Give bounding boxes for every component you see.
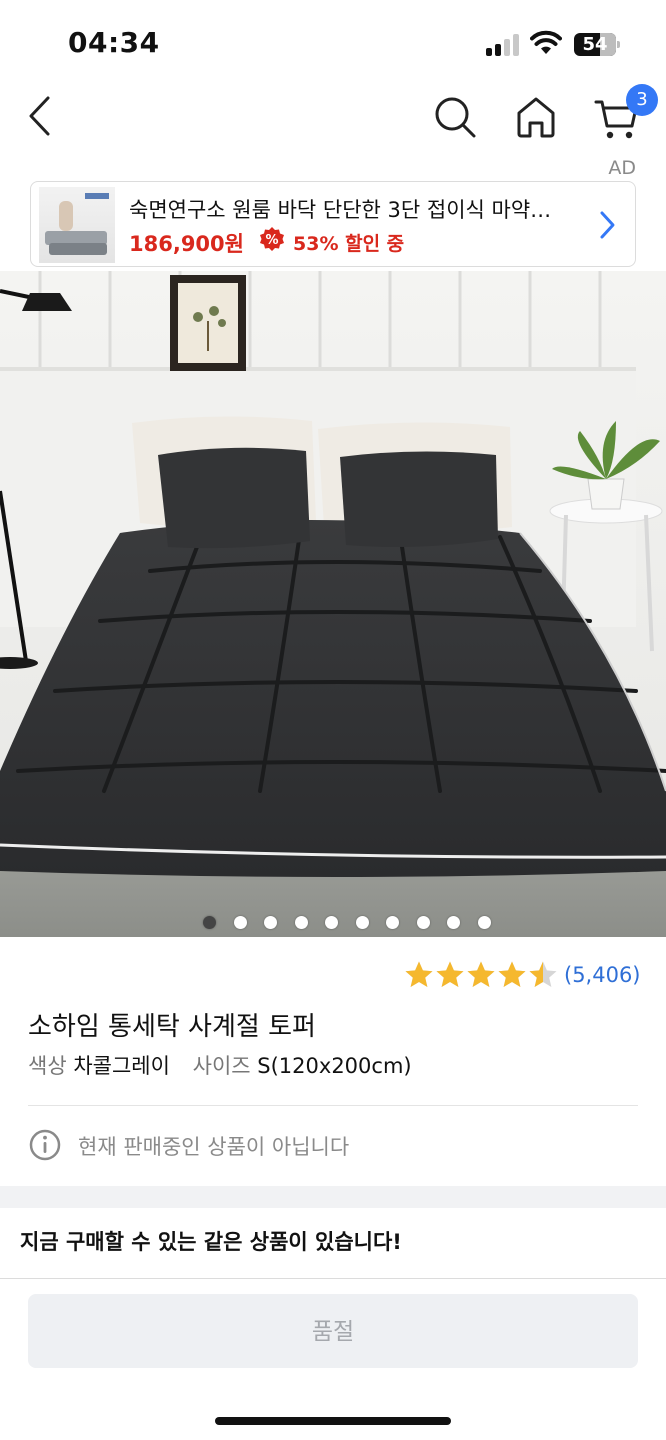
carousel-dot[interactable] [355, 916, 369, 929]
not-selling-notice: 현재 판매중인 상품이 아닙니다 [78, 1135, 350, 1159]
section-separator [0, 1186, 666, 1208]
star-icon [436, 961, 464, 987]
chevron-right-icon[interactable] [597, 208, 619, 242]
soldout-button[interactable]: 품절 [28, 1294, 638, 1368]
divider [28, 1105, 638, 1106]
carousel-dot[interactable] [264, 916, 277, 929]
cellular-signal-icon [486, 34, 522, 56]
ad-thumbnail [39, 187, 115, 263]
nav-bar [0, 80, 666, 156]
product-image[interactable] [0, 271, 666, 937]
home-icon[interactable] [514, 94, 558, 140]
wifi-icon [530, 30, 562, 54]
product-title: 소하임 통세탁 사계절 토퍼 [28, 1012, 316, 1042]
info-icon [29, 1129, 61, 1161]
review-count-link[interactable]: (5,406) [564, 963, 641, 987]
percent-badge-icon: % [260, 227, 284, 251]
ad-price: 186,900원 [129, 232, 244, 256]
ad-title: 숙면연구소 원룸 바닥 단단한 3단 접이식 마약… [129, 198, 552, 222]
battery-icon: 54 [574, 33, 620, 56]
option-row: 색상 차콜그레이 사이즈 S(120x200cm) [28, 1050, 412, 1080]
cart-count-badge[interactable]: 3 [626, 84, 658, 116]
percent-badge-glyph: % [265, 233, 278, 248]
home-indicator [215, 1417, 451, 1425]
carousel-dot[interactable] [386, 916, 399, 929]
bottom-bar-divider [0, 1278, 666, 1279]
carousel-dot[interactable] [416, 916, 430, 929]
search-icon[interactable] [432, 94, 478, 140]
color-label: 색상 [28, 1054, 67, 1078]
mattress-topper-photo [0, 271, 666, 937]
carousel-dot[interactable] [477, 916, 491, 929]
carousel-dot[interactable] [203, 916, 216, 929]
status-bar: 04:34 54 [0, 0, 666, 80]
ad-banner[interactable]: 숙면연구소 원룸 바닥 단단한 3단 접이식 마약… 186,900원 % 53… [30, 181, 636, 267]
color-value: 차콜그레이 [73, 1054, 170, 1078]
battery-level: 54 [582, 34, 608, 55]
star-icon [498, 961, 526, 987]
status-time: 04:34 [68, 26, 160, 59]
back-icon[interactable] [22, 94, 58, 138]
size-label: 사이즈 [192, 1054, 251, 1078]
carousel-dot[interactable] [294, 916, 308, 929]
star-icon [405, 961, 433, 987]
size-value: S(120x200cm) [257, 1054, 412, 1078]
same-product-heading[interactable]: 지금 구매할 수 있는 같은 상품이 있습니다! [20, 1226, 402, 1256]
ad-discount: 53% 할인 중 [293, 233, 405, 255]
carousel-dot[interactable] [447, 916, 460, 929]
carousel-dot[interactable] [325, 916, 338, 929]
star-icon [529, 961, 557, 987]
carousel-dots[interactable] [0, 913, 666, 933]
star-icon [467, 961, 495, 987]
ad-label: AD [608, 157, 636, 179]
carousel-dot[interactable] [233, 916, 247, 929]
